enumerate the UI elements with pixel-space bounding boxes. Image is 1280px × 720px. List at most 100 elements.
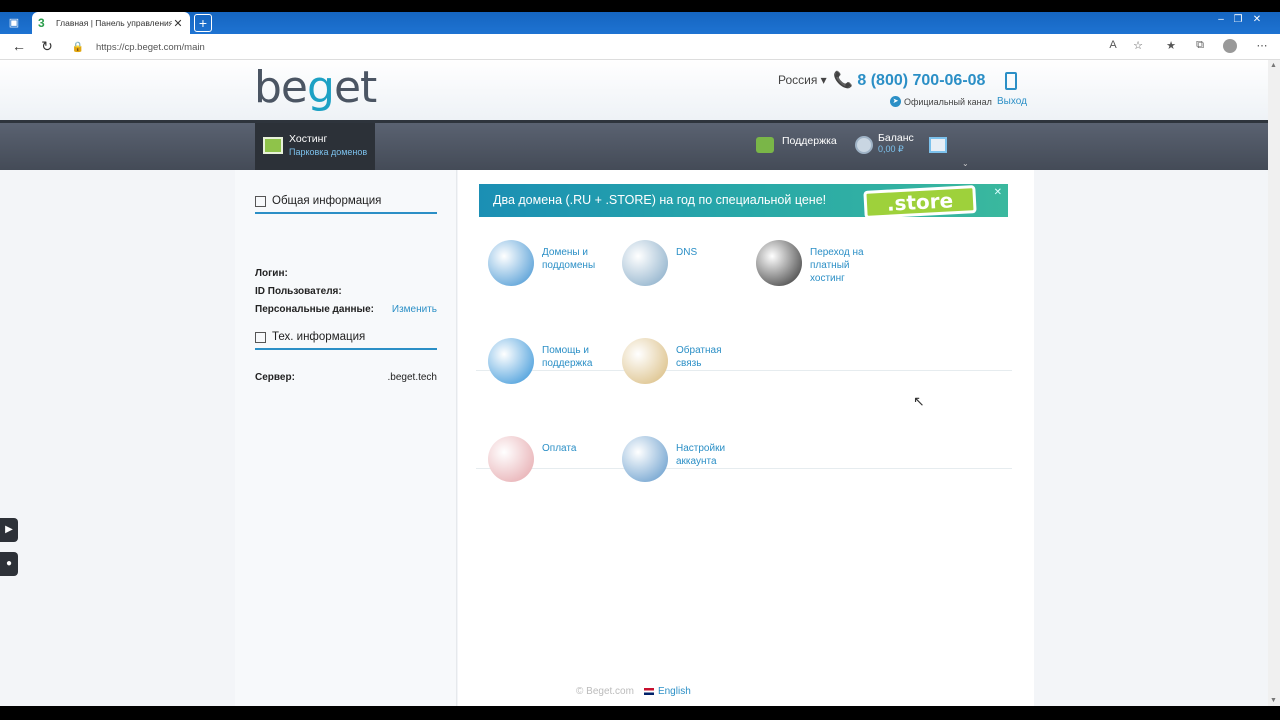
coins-icon [855, 136, 873, 154]
tile-account-settings[interactable]: Настройки аккаунта [622, 436, 746, 482]
tile-feedback[interactable]: Обратная связь [622, 338, 746, 384]
nav-balance[interactable]: Баланс 0,00 ₽ [855, 132, 914, 155]
tile-label: Домены и поддомены [542, 247, 596, 271]
server-label: Сервер: [255, 372, 295, 383]
add-favorite-icon[interactable]: ☆ [1130, 39, 1146, 52]
tile-label: DNS [676, 247, 698, 258]
globe-keys-icon [488, 240, 534, 286]
server-value: .beget.tech [387, 372, 437, 383]
building-icon [255, 195, 266, 207]
nav-support[interactable]: Поддержка [756, 135, 837, 153]
lock-icon: 🔒 [71, 41, 85, 53]
tab-close-icon[interactable]: ✕ [172, 17, 184, 30]
favicon-icon: 3 [38, 16, 45, 30]
url-field[interactable]: 🔒 https://cp.beget.com/main [68, 37, 1098, 57]
favorites-icon[interactable]: ★ [1163, 39, 1179, 52]
telegram-icon: ➤ [890, 96, 901, 107]
clipboard-icon [622, 338, 668, 384]
user-id-label: ID Пользователя: [255, 286, 342, 297]
url-text: https://cp.beget.com/main [96, 41, 205, 53]
vertical-scrollbar[interactable]: ▲ ▼ [1268, 60, 1280, 706]
server-icon [255, 331, 266, 343]
tile-dns[interactable]: DNS [622, 240, 746, 286]
beget-logo[interactable]: beget [254, 62, 377, 113]
logo-part-a: be [254, 62, 308, 113]
reload-icon[interactable]: ↻ [38, 38, 56, 55]
tile-help[interactable]: Помощь и поддержка [488, 338, 612, 384]
more-menu-icon[interactable]: ⋯ [1254, 39, 1270, 52]
scroll-up-icon[interactable]: ▲ [1270, 62, 1277, 69]
read-aloud-icon[interactable]: A [1105, 39, 1121, 51]
address-bar: ← ↻ 🔒 https://cp.beget.com/main A ☆ ★ ⧉ … [0, 34, 1280, 60]
promo-banner[interactable]: Два домена (.RU + .STORE) на год по спец… [479, 184, 1008, 217]
tile-label: Настройки аккаунта [676, 443, 726, 467]
chevron-down-icon[interactable]: ⌄ [962, 159, 969, 168]
top-navigation: Хостинг Парковка доменов Поддержка Балан… [0, 120, 1268, 170]
tab-bar: ▣ 3 Главная | Панель управления х ✕ + – … [0, 12, 1280, 34]
hosting-icon [263, 137, 283, 154]
news-icon[interactable] [929, 137, 947, 153]
copyright: © Beget.com [576, 686, 634, 697]
account-settings-icon [622, 436, 668, 482]
general-info-title: Общая информация [272, 195, 382, 207]
change-link[interactable]: Изменить [392, 304, 437, 315]
banner-close-icon[interactable]: ✕ [994, 187, 1002, 198]
tab-title: Главная | Панель управления х [56, 18, 172, 28]
browser-tab[interactable]: 3 Главная | Панель управления х ✕ [32, 12, 190, 34]
apple-icon[interactable]: ● [0, 552, 18, 576]
collections-icon[interactable]: ⧉ [1192, 39, 1208, 52]
tile-label: Помощь и поддержка [542, 345, 593, 369]
exit-door-icon[interactable] [1005, 72, 1017, 90]
wallet-icon [756, 240, 802, 286]
browser-window: ▣ 3 Главная | Панель управления х ✕ + – … [0, 12, 1280, 706]
official-channel-label: Официальный канал [904, 96, 992, 107]
main-content: Два домена (.RU + .STORE) на год по спец… [458, 170, 1034, 706]
official-channel-link[interactable]: ➤ Официальный канал [890, 96, 992, 107]
nav-hosting-label: Хостинг [289, 133, 328, 145]
logo-part-b: et [333, 62, 377, 113]
uk-flag-icon [643, 688, 654, 695]
scroll-down-icon[interactable]: ▼ [1270, 697, 1277, 704]
page-footer: © Beget.com English [576, 686, 691, 697]
promo-banner-text: Два домена (.RU + .STORE) на год по спец… [493, 193, 827, 207]
tile-label: Оплата [542, 443, 577, 454]
language-link[interactable]: English [658, 686, 691, 697]
login-label: Логин: [255, 268, 288, 279]
logout-link[interactable]: Выход [997, 96, 1027, 107]
page: beget Россия ▾ 📞 8 (800) 700-06-08 ➤ Офи… [0, 60, 1268, 706]
back-arrow-icon[interactable]: ← [10, 38, 28, 54]
tile-paid-hosting[interactable]: Переход на платный хостинг [756, 240, 880, 286]
nav-hosting[interactable]: Хостинг Парковка доменов [255, 123, 375, 170]
general-info-header: Общая информация [255, 190, 437, 214]
minimize-icon[interactable]: – [1214, 14, 1228, 25]
profile-avatar[interactable] [1223, 39, 1237, 53]
tile-payment[interactable]: Оплата [488, 436, 612, 482]
logo-part-g: g [307, 62, 335, 113]
site-header: beget Россия ▾ 📞 8 (800) 700-06-08 ➤ Офи… [0, 60, 1268, 120]
tile-domains[interactable]: Домены и поддомены [488, 240, 612, 286]
user-id-row: ID Пользователя: [255, 286, 437, 297]
nav-hosting-sublabel: Парковка доменов [289, 147, 368, 157]
window-close-icon[interactable]: ✕ [1250, 14, 1264, 25]
google-play-icon[interactable]: ▶ [0, 518, 18, 542]
restore-icon[interactable]: ❐ [1231, 14, 1245, 25]
nav-balance-value: 0,00 ₽ [878, 144, 904, 154]
piggy-bank-icon [488, 436, 534, 482]
nav-support-label: Поддержка [782, 135, 837, 147]
help-bubbles-icon [488, 338, 534, 384]
personal-data-row: Персональные данные: Изменить [255, 304, 437, 315]
sidebar: Общая информация Логин: ID Пользователя:… [235, 170, 457, 706]
server-row: Сервер: .beget.tech [255, 372, 437, 383]
phone-number[interactable]: 📞 8 (800) 700-06-08 [833, 70, 985, 90]
new-tab-button[interactable]: + [194, 14, 212, 32]
tab-actions-icon[interactable]: ▣ [6, 16, 22, 30]
login-row: Логин: [255, 268, 437, 279]
country-selector[interactable]: Россия ▾ [778, 73, 827, 87]
tech-info-title: Тех. информация [272, 331, 366, 343]
tech-info-header: Тех. информация [255, 326, 437, 350]
mouse-cursor-icon: ↖ [913, 393, 925, 409]
tile-label: Переход на платный хостинг [810, 247, 864, 284]
network-globe-icon [622, 240, 668, 286]
nav-balance-label: Баланс [878, 132, 914, 144]
support-chat-icon [756, 137, 774, 153]
